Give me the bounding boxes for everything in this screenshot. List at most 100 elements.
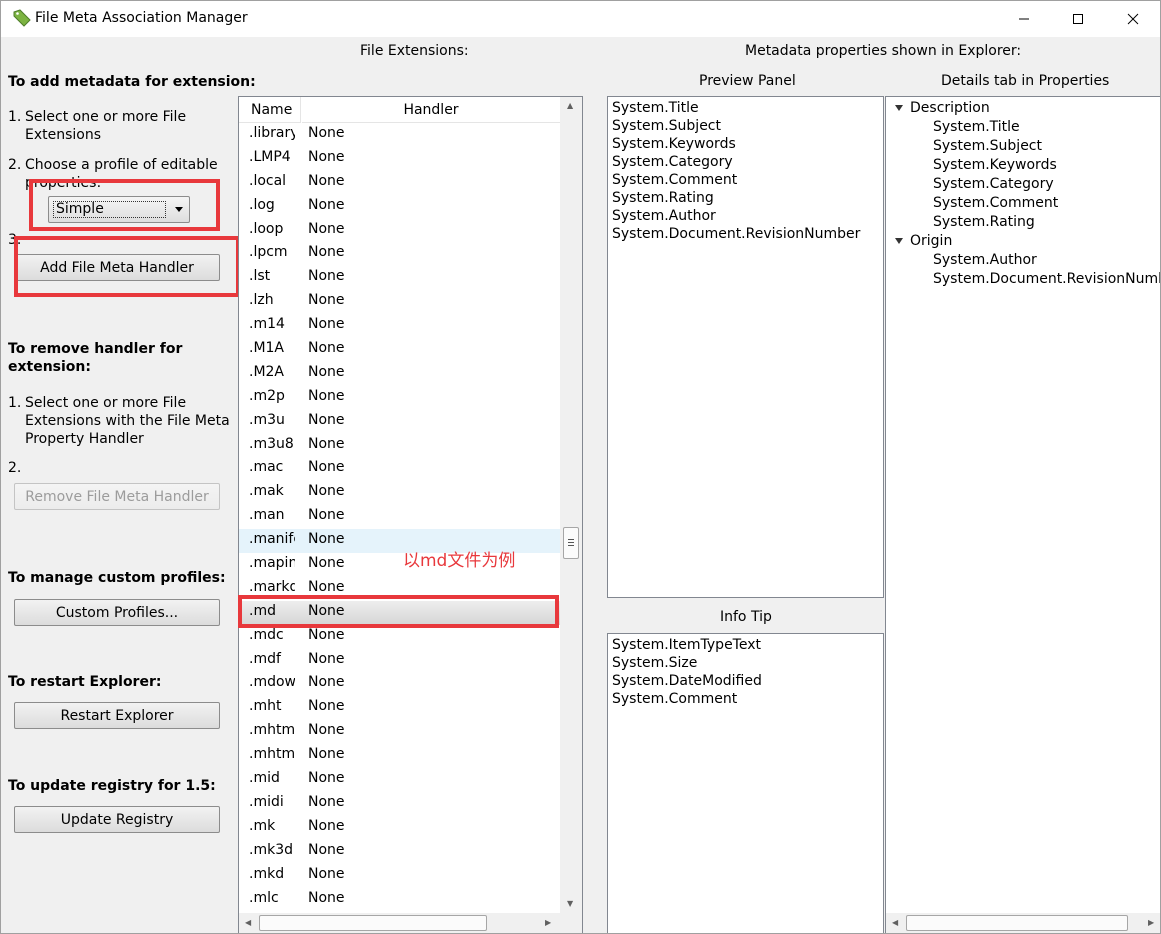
table-row[interactable]: .m2p None (239, 386, 560, 410)
tree-group[interactable]: Description (910, 99, 990, 117)
extension-handler: None (308, 674, 345, 691)
highlight-box-md-row (238, 595, 559, 628)
extension-list[interactable]: Name Handler .library None .LMP4 None .local… (238, 96, 583, 933)
remove-file-meta-handler-button[interactable]: Remove File Meta Handler (14, 483, 220, 510)
table-row[interactable]: .mk None (239, 816, 560, 840)
extension-handler: None (308, 793, 345, 810)
extension-handler: None (308, 698, 345, 715)
list-item[interactable]: System.Author (612, 207, 716, 225)
extension-handler: None (308, 817, 345, 834)
table-row[interactable]: .mhtml None (239, 744, 560, 768)
tree-item[interactable]: System.Category (933, 175, 1054, 193)
table-row[interactable]: .mdc None (239, 625, 560, 649)
table-row[interactable]: .mht None (239, 696, 560, 720)
vertical-scroll-thumb[interactable] (563, 527, 579, 559)
extension-handler: None (308, 292, 345, 309)
extension-handler: None (308, 459, 345, 476)
tree-item[interactable]: System.Title (933, 118, 1020, 136)
info-tip-list[interactable]: System.ItemTypeText System.Size System.Dat… (607, 633, 884, 933)
scroll-right-icon[interactable]: ▶ (545, 918, 551, 928)
table-row[interactable]: .midi None (239, 792, 560, 816)
list-item[interactable]: System.Comment (612, 171, 737, 189)
list-item[interactable]: System.DateModified (612, 672, 762, 690)
table-row[interactable]: .mlc None (239, 888, 560, 912)
vertical-scrollbar[interactable]: ▲ ▼ (560, 97, 582, 916)
table-row[interactable]: .library None (239, 123, 560, 147)
tree-item[interactable]: System.Keywords (933, 156, 1057, 174)
extension-handler: None (308, 363, 345, 380)
list-item[interactable]: System.ItemTypeText (612, 636, 761, 654)
extension-name: .M1A (249, 340, 285, 357)
table-row[interactable]: .m14 None (239, 314, 560, 338)
details-horizontal-scrollbar[interactable]: ◀ ▶ (886, 913, 1160, 933)
app-icon (13, 9, 31, 27)
tree-item[interactable]: System.Author (933, 251, 1037, 269)
scroll-right-icon[interactable]: ▶ (1148, 918, 1154, 928)
table-row[interactable]: .man None (239, 505, 560, 529)
extension-name: .m3u8 (249, 435, 294, 452)
table-row[interactable]: .M1A None (239, 338, 560, 362)
tree-expand-icon[interactable] (895, 238, 903, 244)
table-row[interactable]: .local None (239, 171, 560, 195)
tree-group[interactable]: Origin (910, 232, 952, 250)
title-bar[interactable]: File Meta Association Manager (1, 1, 1160, 37)
restart-explorer-button[interactable]: Restart Explorer (14, 702, 220, 729)
list-item[interactable]: System.Subject (612, 117, 721, 135)
table-row[interactable]: .log None (239, 195, 560, 219)
tree-item[interactable]: System.Document.RevisionNumber (933, 270, 1160, 288)
table-row[interactable]: .mid None (239, 768, 560, 792)
horizontal-scrollbar[interactable]: ◀ ▶ (239, 913, 560, 933)
restart-explorer-heading: To restart Explorer: (8, 674, 162, 690)
extension-handler: None (308, 340, 345, 357)
minimize-button[interactable] (1001, 1, 1047, 37)
scroll-left-icon[interactable]: ◀ (892, 918, 898, 928)
update-registry-button[interactable]: Update Registry (14, 806, 220, 833)
extension-name: .mhtm (249, 722, 295, 739)
extension-name: .manifest (249, 531, 295, 548)
highlight-box-add-button (14, 236, 240, 297)
table-row[interactable]: .lst None (239, 266, 560, 290)
table-row[interactable]: .M2A None (239, 362, 560, 386)
scroll-down-icon[interactable]: ▼ (567, 899, 573, 909)
tree-item[interactable]: System.Subject (933, 137, 1042, 155)
table-row[interactable]: .m3u8 None (239, 434, 560, 458)
tree-item[interactable]: System.Comment (933, 194, 1058, 212)
list-item[interactable]: System.Keywords (612, 135, 736, 153)
scroll-left-icon[interactable]: ◀ (245, 918, 251, 928)
table-row[interactable]: .mkd None (239, 864, 560, 888)
list-item[interactable]: System.Size (612, 654, 697, 672)
extension-handler: None (308, 889, 345, 906)
preview-panel-list[interactable]: System.Title System.Subject System.Keyword… (607, 96, 884, 598)
details-horizontal-scroll-thumb[interactable] (906, 915, 1128, 931)
extension-name: .m3u (249, 411, 285, 428)
extension-handler: None (308, 125, 345, 141)
scroll-up-icon[interactable]: ▲ (567, 101, 573, 111)
tree-expand-icon[interactable] (895, 105, 903, 111)
table-row[interactable]: .mdf None (239, 649, 560, 673)
list-item[interactable]: System.Document.RevisionNumber (612, 225, 860, 243)
list-item[interactable]: System.Rating (612, 189, 714, 207)
table-row[interactable]: .mak None (239, 481, 560, 505)
table-row[interactable]: .mdow None (239, 672, 560, 696)
extension-handler: None (308, 841, 345, 858)
list-item[interactable]: System.Comment (612, 690, 737, 708)
custom-profiles-button[interactable]: Custom Profiles... (14, 599, 220, 626)
table-row[interactable]: .mac None (239, 457, 560, 481)
list-item[interactable]: System.Category (612, 153, 733, 171)
maximize-button[interactable] (1055, 1, 1101, 37)
close-button[interactable] (1110, 1, 1156, 37)
horizontal-scroll-thumb[interactable] (259, 915, 487, 931)
table-row[interactable]: .mk3d None (239, 840, 560, 864)
extension-handler: None (308, 316, 345, 333)
tree-item[interactable]: System.Rating (933, 213, 1035, 231)
table-row[interactable]: .m3u None (239, 410, 560, 434)
table-row[interactable]: .mhtm None (239, 720, 560, 744)
column-header-handler[interactable]: Handler (302, 97, 560, 123)
table-row[interactable]: .lpcm None (239, 242, 560, 266)
table-row[interactable]: .lzh None (239, 290, 560, 314)
table-row[interactable]: .loop None (239, 219, 560, 243)
table-row[interactable]: .LMP4 None (239, 147, 560, 171)
column-header-name[interactable]: Name (239, 97, 301, 123)
list-item[interactable]: System.Title (612, 99, 699, 117)
details-tree[interactable]: ◀ ▶ Description System.Title System.Subjec… (885, 96, 1160, 933)
